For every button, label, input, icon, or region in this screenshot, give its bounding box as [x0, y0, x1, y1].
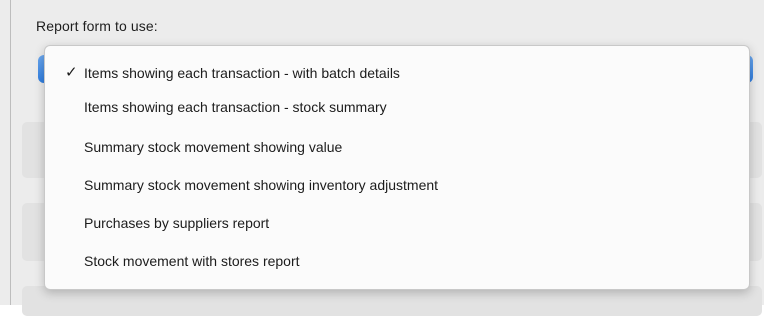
- report-dialog: Report form to use: ✓ Items showing each…: [0, 0, 764, 316]
- menu-item-summary-value[interactable]: Summary stock movement showing value: [45, 132, 749, 162]
- menu-item-label: Summary stock movement showing value: [84, 139, 343, 155]
- menu-item-purchases-by-suppliers[interactable]: Purchases by suppliers report: [45, 208, 749, 238]
- menu-item-label: Stock movement with stores report: [84, 253, 300, 269]
- menu-item-batch-details[interactable]: ✓ Items showing each transaction - with …: [45, 58, 749, 88]
- report-form-dropdown-menu: ✓ Items showing each transaction - with …: [44, 45, 750, 290]
- menu-item-label: Items showing each transaction - with ba…: [84, 65, 400, 81]
- menu-item-stock-summary[interactable]: Items showing each transaction - stock s…: [45, 92, 749, 122]
- checkmark-icon: ✓: [65, 64, 78, 81]
- background-field: [22, 286, 762, 316]
- report-form-label: Report form to use:: [36, 18, 158, 34]
- menu-item-label: Purchases by suppliers report: [84, 215, 270, 231]
- menu-item-label: Items showing each transaction - stock s…: [84, 99, 387, 115]
- menu-item-inventory-adjustment[interactable]: Summary stock movement showing inventory…: [45, 170, 749, 200]
- menu-item-stores-report[interactable]: Stock movement with stores report: [45, 246, 749, 276]
- menu-item-label: Summary stock movement showing inventory…: [84, 177, 439, 193]
